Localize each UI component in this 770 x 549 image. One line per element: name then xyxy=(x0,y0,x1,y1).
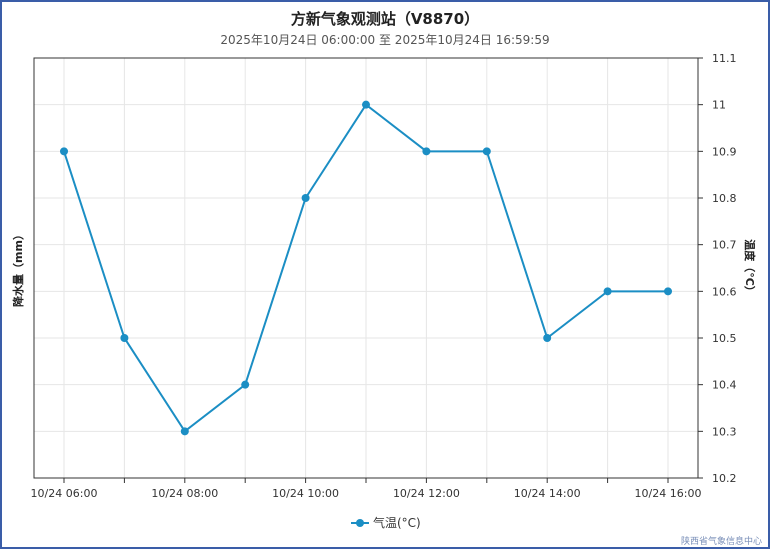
y-tick-label: 10.6 xyxy=(712,285,737,298)
data-point[interactable] xyxy=(482,147,491,156)
x-tick-label: 10/24 06:00 xyxy=(31,487,98,500)
data-credit: 陕西省气象信息中心 xyxy=(680,537,762,547)
x-tick-label: 10/24 10:00 xyxy=(272,487,339,500)
grid-lines xyxy=(34,57,698,479)
y-tick-label: 10.3 xyxy=(712,425,737,438)
y-tick-label: 11 xyxy=(712,99,726,112)
data-point[interactable] xyxy=(301,194,310,202)
y-tick-label: 10.2 xyxy=(712,472,737,485)
data-point[interactable] xyxy=(180,427,189,436)
y-tick-label: 10.7 xyxy=(712,239,737,252)
y-axis-right-ticks: 10.2 10.3 10.4 10.5 10.6 10.7 10.8 10.9 11 11.1 xyxy=(698,52,737,485)
data-point[interactable] xyxy=(422,147,431,156)
chart-svg: 10/24 06:00 10/24 08:00 10/24 10:00 10/24 1… xyxy=(11,52,757,530)
data-point[interactable] xyxy=(60,147,68,156)
y-tick-label: 10.9 xyxy=(712,145,737,158)
y-tick-label: 10.4 xyxy=(712,379,737,392)
x-tick-label: 10/24 08:00 xyxy=(151,487,218,500)
data-point[interactable] xyxy=(241,380,250,389)
y-axis-right-label: 温度（°C） xyxy=(743,239,757,297)
y-tick-label: 10.8 xyxy=(712,192,737,205)
data-point[interactable] xyxy=(362,100,370,109)
data-point[interactable] xyxy=(664,287,672,296)
y-axis-left-label: 降水量（mm） xyxy=(11,229,25,307)
legend-marker xyxy=(356,519,364,527)
x-tick-label: 10/24 16:00 xyxy=(635,487,702,500)
x-tick-label: 10/24 12:00 xyxy=(393,487,460,500)
y-tick-label: 10.5 xyxy=(712,332,737,345)
data-point[interactable] xyxy=(120,334,129,342)
y-tick-label: 11.1 xyxy=(712,52,737,65)
legend-label: 气温(°C) xyxy=(373,515,421,530)
legend[interactable]: 气温(°C) xyxy=(351,515,421,530)
x-tick-label: 10/24 14:00 xyxy=(514,487,581,500)
data-point[interactable] xyxy=(603,287,612,296)
x-axis-ticks: 10/24 06:00 10/24 08:00 10/24 10:00 10/24 1… xyxy=(31,478,702,500)
data-point[interactable] xyxy=(543,334,552,342)
